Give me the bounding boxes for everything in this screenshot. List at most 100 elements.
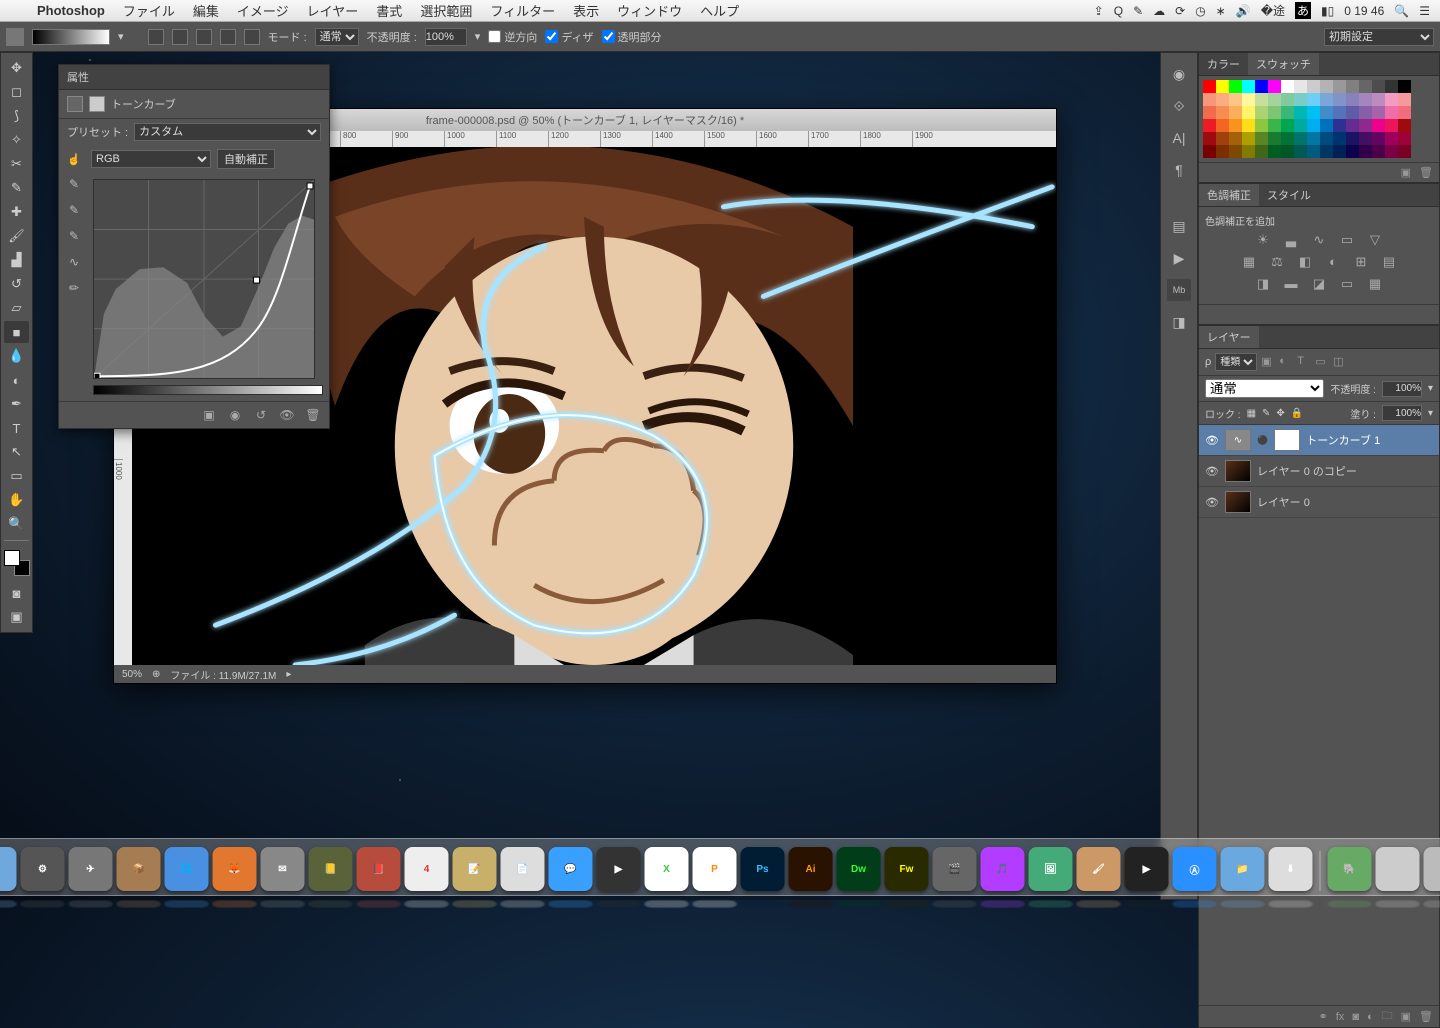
dock-app[interactable]: 📕 — [357, 847, 401, 891]
swatch[interactable] — [1268, 93, 1281, 106]
blend-mode-select[interactable]: 通常 — [315, 28, 359, 46]
swatch[interactable] — [1255, 132, 1268, 145]
swatch[interactable] — [1281, 132, 1294, 145]
swatch[interactable] — [1216, 93, 1229, 106]
delete-layer-icon[interactable]: 🗑 — [1419, 1010, 1433, 1023]
swatch[interactable] — [1216, 106, 1229, 119]
dock-app[interactable]: 📦 — [117, 847, 161, 891]
layer-name[interactable]: トーンカーブ 1 — [1306, 432, 1433, 448]
dock-app[interactable]: Dw — [837, 847, 881, 891]
swatch[interactable] — [1229, 132, 1242, 145]
swatch[interactable] — [1255, 80, 1268, 93]
dock-app[interactable]: 💬 — [549, 847, 593, 891]
swatch[interactable] — [1229, 119, 1242, 132]
swatch[interactable] — [1346, 93, 1359, 106]
channel-icon[interactable]: ☝ — [67, 153, 85, 166]
swatch[interactable] — [1242, 80, 1255, 93]
eraser-tool-icon[interactable]: ▱ — [4, 297, 29, 319]
swatch[interactable] — [1372, 106, 1385, 119]
swatch[interactable] — [1229, 145, 1242, 158]
swatch[interactable] — [1333, 93, 1346, 106]
menu-edit[interactable]: 編集 — [184, 1, 228, 20]
swatch[interactable] — [1268, 145, 1281, 158]
swatch[interactable] — [1294, 145, 1307, 158]
dock-app[interactable]: 🎬 — [933, 847, 977, 891]
bluetooth-icon[interactable]: ∗ — [1216, 4, 1226, 18]
swatch[interactable] — [1346, 132, 1359, 145]
color-tab[interactable]: カラー — [1199, 53, 1248, 75]
view-prev-icon[interactable]: ◉ — [227, 408, 243, 422]
clock-text[interactable]: 0 19 46 — [1344, 4, 1384, 18]
gradient-radial-icon[interactable] — [172, 29, 188, 45]
fg-bg-color[interactable] — [4, 550, 30, 576]
zoom-tool-icon[interactable]: 🔍 — [4, 513, 29, 535]
colorbal-icon[interactable]: ⚖ — [1268, 254, 1286, 272]
swatch[interactable] — [1281, 93, 1294, 106]
color-wheel-icon[interactable]: ◉ — [1167, 63, 1191, 85]
mb-icon[interactable]: Mb — [1167, 279, 1191, 301]
swatch[interactable] — [1320, 132, 1333, 145]
opacity-input[interactable] — [425, 28, 467, 46]
swatch[interactable] — [1333, 106, 1346, 119]
move-tool-icon[interactable]: ✥ — [4, 57, 29, 79]
pen-tool-icon[interactable]: ✒ — [4, 393, 29, 415]
gradient-picker[interactable] — [32, 29, 110, 45]
curves-icon[interactable]: ∿ — [1310, 232, 1328, 250]
dock-app[interactable]: 📝 — [453, 847, 497, 891]
menu-filter[interactable]: フィルター — [481, 1, 564, 20]
eyedropper-tool-icon[interactable]: ✎ — [4, 177, 29, 199]
swatch[interactable] — [1281, 80, 1294, 93]
screenmode-icon[interactable]: ▣ — [4, 606, 29, 628]
properties-tab[interactable]: 属性 — [59, 65, 329, 90]
lock-trans-icon[interactable]: ▦ — [1247, 408, 1256, 419]
swatch[interactable] — [1203, 132, 1216, 145]
preset-select[interactable]: カスタム — [134, 123, 321, 141]
volume-icon[interactable]: 🔊 — [1236, 4, 1251, 18]
swatch[interactable] — [1333, 132, 1346, 145]
swatch[interactable] — [1216, 145, 1229, 158]
dither-checkbox[interactable]: ディザ — [545, 29, 593, 45]
dock-app[interactable]: 📒 — [309, 847, 353, 891]
dock-app[interactable]: ⬇ — [1269, 847, 1313, 891]
blend-mode-select[interactable]: 通常 — [1205, 379, 1324, 398]
swatch[interactable] — [1242, 145, 1255, 158]
dock-app[interactable]: ✈ — [69, 847, 113, 891]
swatch[interactable] — [1320, 145, 1333, 158]
filter-shape-icon[interactable]: ▭ — [1315, 355, 1329, 369]
menu-view[interactable]: 表示 — [564, 1, 608, 20]
layer-fx-icon[interactable]: fx — [1336, 1011, 1345, 1023]
reverse-checkbox[interactable]: 逆方向 — [488, 29, 537, 45]
trash-icon[interactable]: 🗑 — [305, 408, 321, 422]
dock-app[interactable]: 📄 — [501, 847, 545, 891]
gradient-angle-icon[interactable] — [196, 29, 212, 45]
swatch[interactable] — [1346, 106, 1359, 119]
styles-tab[interactable]: スタイル — [1259, 184, 1319, 206]
menu-select[interactable]: 選択範囲 — [411, 1, 481, 20]
swatch[interactable] — [1294, 132, 1307, 145]
history-brush-tool-icon[interactable]: ↺ — [4, 273, 29, 295]
swatch[interactable] — [1398, 93, 1411, 106]
lock-pixel-icon[interactable]: ✎ — [1262, 408, 1270, 419]
transparency-checkbox[interactable]: 透明部分 — [602, 29, 662, 45]
character-icon[interactable]: A| — [1167, 127, 1191, 149]
status-menu-icon[interactable]: ▸ — [286, 669, 291, 680]
dock-app[interactable]: Ai — [789, 847, 833, 891]
swatch[interactable] — [1229, 106, 1242, 119]
swatch[interactable] — [1398, 145, 1411, 158]
swatch[interactable] — [1307, 80, 1320, 93]
blur-tool-icon[interactable]: 💧 — [4, 345, 29, 367]
toggle-vis-icon[interactable]: 👁 — [279, 408, 295, 422]
swatch[interactable] — [1333, 80, 1346, 93]
swatch[interactable] — [1294, 80, 1307, 93]
lookup-icon[interactable]: ▤ — [1380, 254, 1398, 272]
swatch[interactable] — [1203, 145, 1216, 158]
brush-preset-icon[interactable]: ▤ — [1167, 215, 1191, 237]
swatch[interactable] — [1294, 119, 1307, 132]
layers-tab[interactable]: レイヤー — [1199, 326, 1259, 348]
chanmix-icon[interactable]: ⊞ — [1352, 254, 1370, 272]
ime-icon[interactable]: あ — [1295, 2, 1311, 19]
paragraph-icon[interactable]: ¶ — [1167, 159, 1191, 181]
menu-layer[interactable]: レイヤー — [298, 1, 368, 20]
swatch[interactable] — [1359, 80, 1372, 93]
swatch[interactable] — [1372, 119, 1385, 132]
